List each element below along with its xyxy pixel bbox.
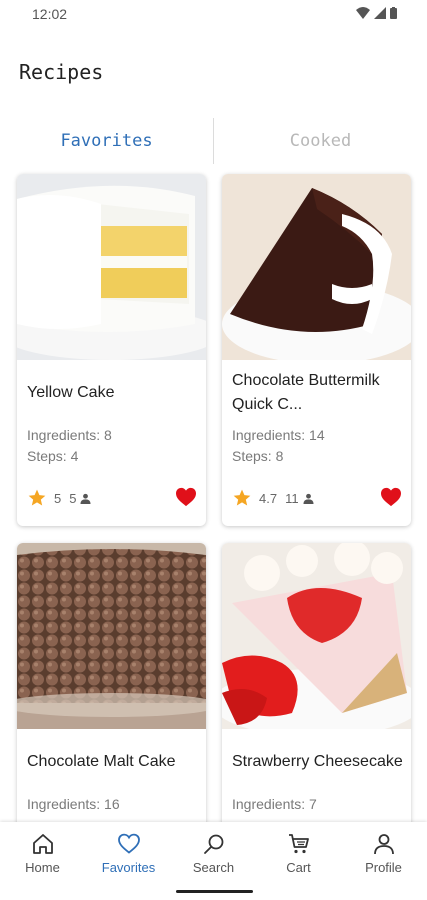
star-icon [28,489,46,506]
favorite-heart-icon[interactable] [380,487,402,507]
person-icon [80,493,92,504]
card-footer: 5 5 [27,484,197,512]
recipe-ingredients: Ingredients: 7 [232,796,317,812]
wifi-icon [356,7,370,19]
recipe-title: Chocolate Malt Cake [27,753,176,770]
recipe-title: Chocolate Buttermilk Quick C... [232,372,380,413]
recipe-image-chocolate-buttermilk [222,174,411,360]
nav-cart[interactable]: Cart [256,832,341,875]
recipe-ingredients: Ingredients: 16 [27,796,120,812]
recipe-title: Yellow Cake [27,384,115,401]
recipe-rating: 5 [54,490,62,506]
recipe-image-strawberry-cheesecake [222,543,411,729]
favorite-heart-icon[interactable] [175,487,197,507]
star-icon [233,489,251,506]
nav-favorites[interactable]: Favorites [86,832,171,875]
cellular-signal-icon [374,7,386,19]
status-icons [356,7,397,19]
nav-home[interactable]: Home [0,832,85,875]
tab-favorites[interactable]: Favorites [0,118,213,164]
nav-label: Home [25,860,60,875]
recipe-votes: 5 [69,490,77,506]
status-time: 12:02 [32,6,68,22]
home-icon [32,834,53,854]
tab-bar: Favorites Cooked [0,118,427,164]
bottom-navigation: Home Favorites Search Cart Profile [0,822,427,900]
status-bar: 12:02 [0,0,427,30]
home-indicator [176,890,253,893]
card-body: Chocolate Buttermilk Quick C... Ingredie… [232,360,404,467]
person-icon [303,493,314,504]
card-body: Chocolate Malt Cake Ingredients: 16 [27,729,199,815]
recipe-steps: Steps: 8 [232,448,284,464]
card-body: Strawberry Cheesecake Ingredients: 7 [232,729,404,815]
nav-label: Favorites [101,860,156,875]
recipe-rating: 4.7 [259,490,278,506]
recipe-image-yellow-cake [17,174,206,360]
nav-label: Search [192,860,235,875]
profile-icon [373,834,394,855]
tab-cooked[interactable]: Cooked [214,118,427,164]
recipe-title: Strawberry Cheesecake [232,753,403,770]
recipe-card[interactable]: Yellow Cake Ingredients: 8 Steps: 4 5 5 [17,174,206,526]
recipe-ingredients: Ingredients: 8 [27,427,112,443]
heart-icon [117,833,140,854]
nav-profile[interactable]: Profile [341,832,426,875]
recipe-card[interactable]: Chocolate Buttermilk Quick C... Ingredie… [222,174,411,526]
recipe-ingredients: Ingredients: 14 [232,427,325,443]
recipe-votes: 11 [285,490,299,506]
battery-icon [390,7,397,19]
card-footer: 4.7 11 [232,484,402,512]
search-icon [203,834,223,854]
cart-icon [288,834,309,854]
card-body: Yellow Cake Ingredients: 8 Steps: 4 [27,360,199,467]
nav-label: Cart [286,860,311,875]
recipe-steps: Steps: 4 [27,448,79,464]
nav-label: Profile [365,860,402,875]
page-title: Recipes [19,60,104,84]
recipe-image-chocolate-malt-cake [17,543,206,729]
nav-search[interactable]: Search [171,832,256,875]
